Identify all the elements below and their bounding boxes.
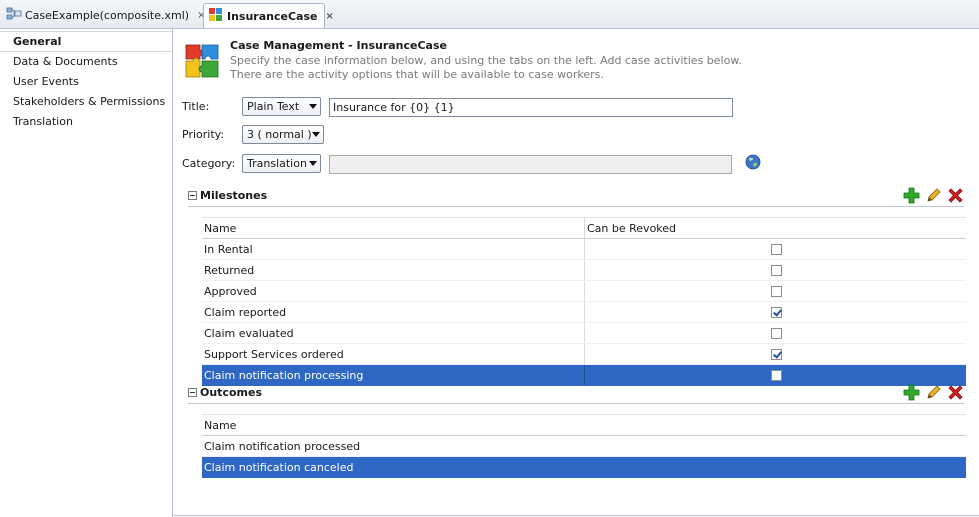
tab-insurancecase[interactable]: InsuranceCase × bbox=[203, 3, 334, 28]
editor-tab-strip: CaseExample(composite.xml) × InsuranceCa… bbox=[0, 0, 979, 29]
can-be-revoked-checkbox[interactable] bbox=[770, 286, 782, 297]
puzzle-icon bbox=[182, 41, 222, 84]
left-navigation: General Data & Documents User Events Sta… bbox=[0, 29, 173, 517]
priority-label: Priority: bbox=[182, 128, 225, 141]
nav-item-user-events[interactable]: User Events bbox=[0, 72, 172, 92]
table-row-selected[interactable]: Claim notification processing bbox=[202, 364, 966, 386]
column-header-can-be-revoked[interactable]: Can be Revoked bbox=[584, 217, 966, 239]
milestones-table: Name Can be Revoked In Rental Returned A… bbox=[202, 217, 966, 386]
globe-icon[interactable] bbox=[745, 154, 761, 173]
title-type-select[interactable]: Plain Text bbox=[242, 97, 321, 116]
collapse-icon[interactable] bbox=[188, 388, 197, 397]
category-type-value: Translation bbox=[247, 157, 307, 170]
milestone-name: In Rental bbox=[202, 238, 585, 260]
milestone-name: Claim reported bbox=[202, 301, 585, 323]
table-row[interactable]: Claim reported bbox=[202, 301, 966, 323]
milestone-name: Returned bbox=[202, 259, 585, 281]
collapse-icon[interactable] bbox=[188, 191, 197, 200]
tab-label: CaseExample(composite.xml) bbox=[25, 8, 190, 22]
chevron-down-icon bbox=[309, 161, 317, 166]
description-line: There are the activity options that will… bbox=[230, 68, 604, 81]
page-description: Specify the case information below, and … bbox=[230, 54, 742, 82]
outcome-name: Claim notification processed bbox=[202, 435, 966, 457]
add-icon[interactable] bbox=[903, 187, 920, 204]
title-type-value: Plain Text bbox=[247, 100, 300, 113]
outcomes-section-header: Outcomes bbox=[188, 384, 964, 404]
tab-caseexample-composite[interactable]: CaseExample(composite.xml) × bbox=[2, 4, 205, 26]
chevron-down-icon bbox=[309, 104, 317, 109]
milestones-toolbar bbox=[903, 187, 964, 204]
table-row[interactable]: Support Services ordered bbox=[202, 343, 966, 365]
table-row-selected[interactable]: Claim notification canceled bbox=[202, 456, 966, 478]
add-icon[interactable] bbox=[903, 384, 920, 401]
table-row[interactable]: Claim notification processed bbox=[202, 435, 966, 457]
description-line: Specify the case information below, and … bbox=[230, 54, 742, 67]
table-row[interactable]: In Rental bbox=[202, 238, 966, 260]
outcomes-toolbar bbox=[903, 384, 964, 401]
milestone-name: Claim notification processing bbox=[202, 364, 585, 386]
table-row[interactable]: Returned bbox=[202, 259, 966, 281]
can-be-revoked-checkbox[interactable] bbox=[770, 244, 782, 255]
milestones-section-header: Milestones bbox=[188, 187, 964, 207]
edit-icon[interactable] bbox=[925, 384, 942, 401]
can-be-revoked-checkbox[interactable] bbox=[770, 370, 782, 381]
outcomes-table: Name Claim notification processed Claim … bbox=[202, 414, 966, 478]
delete-icon[interactable] bbox=[947, 384, 964, 401]
priority-select[interactable]: 3 ( normal ) bbox=[242, 125, 324, 144]
category-type-select[interactable]: Translation bbox=[242, 154, 321, 173]
category-label: Category: bbox=[182, 157, 236, 170]
puzzle-icon bbox=[208, 7, 224, 26]
can-be-revoked-checkbox[interactable] bbox=[770, 307, 782, 318]
milestone-name: Support Services ordered bbox=[202, 343, 585, 365]
nav-item-data-documents[interactable]: Data & Documents bbox=[0, 52, 172, 72]
milestones-title: Milestones bbox=[200, 189, 268, 202]
column-header-name[interactable]: Name bbox=[202, 217, 585, 239]
delete-icon[interactable] bbox=[947, 187, 964, 204]
general-panel: Case Management - InsuranceCase Specify … bbox=[174, 29, 979, 516]
table-row[interactable]: Approved bbox=[202, 280, 966, 302]
title-label: Title: bbox=[182, 100, 210, 113]
category-input bbox=[329, 155, 732, 174]
title-input[interactable]: Insurance for {0} {1} bbox=[329, 98, 733, 117]
can-be-revoked-checkbox[interactable] bbox=[770, 349, 782, 360]
composite-icon bbox=[6, 7, 22, 24]
edit-icon[interactable] bbox=[925, 187, 942, 204]
table-row[interactable]: Claim evaluated bbox=[202, 322, 966, 344]
tab-label: InsuranceCase bbox=[227, 9, 318, 23]
can-be-revoked-checkbox[interactable] bbox=[770, 328, 782, 339]
milestone-name: Claim evaluated bbox=[202, 322, 585, 344]
nav-item-general[interactable]: General bbox=[0, 31, 172, 52]
chevron-down-icon bbox=[312, 132, 320, 137]
outcome-name: Claim notification canceled bbox=[202, 456, 966, 478]
can-be-revoked-checkbox[interactable] bbox=[770, 265, 782, 276]
column-header-name[interactable]: Name bbox=[202, 414, 966, 436]
nav-item-translation[interactable]: Translation bbox=[0, 112, 172, 132]
nav-item-stakeholders-permissions[interactable]: Stakeholders & Permissions bbox=[0, 92, 172, 112]
close-icon[interactable]: × bbox=[325, 11, 333, 22]
milestone-name: Approved bbox=[202, 280, 585, 302]
page-title: Case Management - InsuranceCase bbox=[230, 39, 447, 52]
priority-value: 3 ( normal ) bbox=[247, 128, 312, 141]
outcomes-title: Outcomes bbox=[200, 386, 262, 399]
